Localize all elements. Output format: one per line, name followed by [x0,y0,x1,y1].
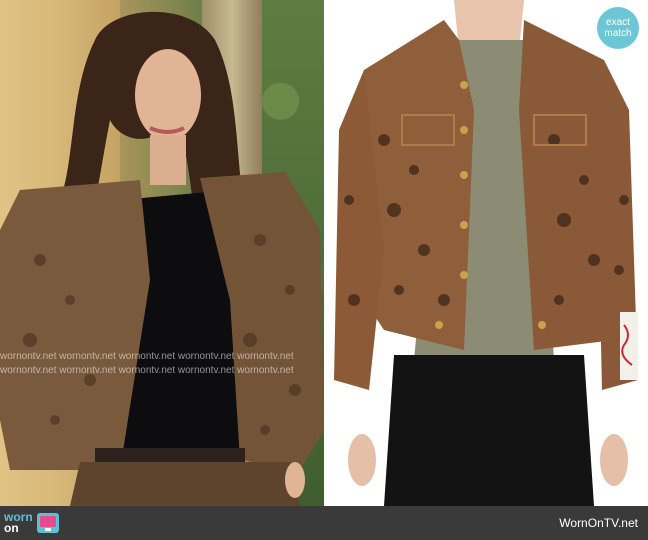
badge-line-2: match [604,28,632,39]
product-jacket-image [334,0,638,506]
watermark-row: wornontv.net wornontv.net wornontv.net w… [0,351,294,362]
badge-line-1: exact [606,17,630,28]
product-photo [324,0,648,506]
scene-photo: wornontv.net wornontv.net wornontv.net w… [0,0,324,506]
logo-text: worn on [4,511,33,535]
tv-screen [39,516,56,527]
wornontv-logo[interactable]: worn on [4,509,59,537]
exact-match-badge: exact match [597,7,639,49]
actress-figure [0,11,324,506]
watermark: wornontv.net wornontv.net wornontv.net w… [0,350,324,380]
page: wornontv.net wornontv.net wornontv.net w… [0,0,648,540]
tv-stand [44,528,51,531]
tv-icon [36,513,59,533]
logo-on: on [4,521,19,535]
watermark-row: wornontv.net wornontv.net wornontv.net w… [0,365,294,376]
footer-bar: worn on WornOnTV.net [0,506,648,540]
site-name[interactable]: WornOnTV.net [559,516,638,530]
